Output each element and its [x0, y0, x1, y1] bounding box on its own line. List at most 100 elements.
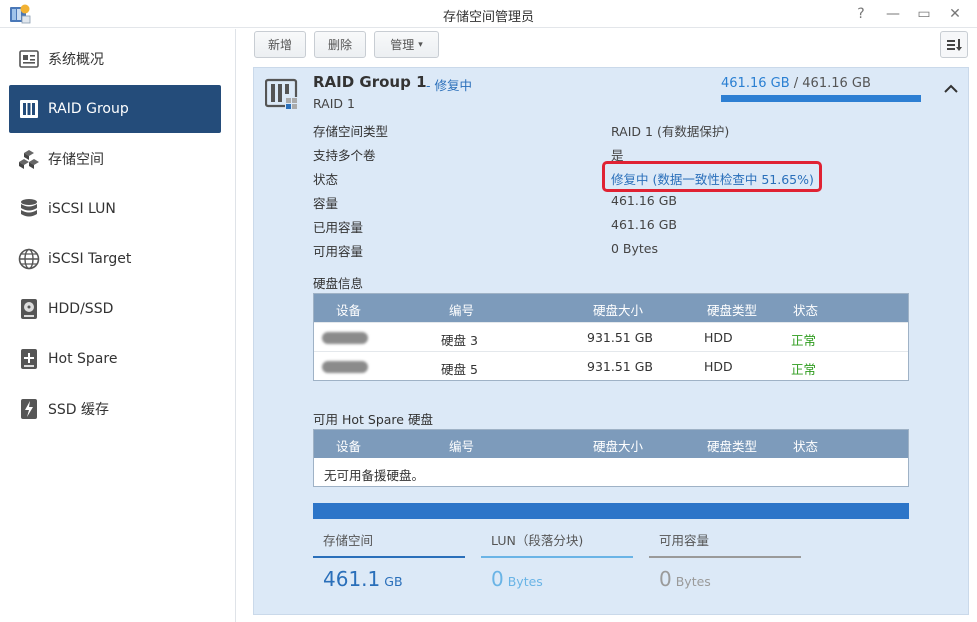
- sidebar-item-label: HDD/SSD: [48, 301, 114, 317]
- raid-group-panel: RAID Group 1 - 修复中 RAID 1 461.16 GB / 46…: [253, 67, 969, 615]
- prop-value-available-capacity: 0 Bytes: [611, 241, 659, 256]
- prop-value-used-capacity: 461.16 GB: [611, 217, 677, 232]
- stat-number: 0: [491, 567, 504, 591]
- sidebar-item-iscsi-target[interactable]: iSCSI Target: [9, 235, 221, 283]
- raid-group-title: RAID Group 1: [313, 73, 427, 91]
- stat-unit: GB: [384, 574, 403, 589]
- close-icon[interactable]: ✕: [944, 4, 966, 24]
- sidebar-item-iscsi-lun[interactable]: iSCSI LUN: [9, 185, 221, 233]
- delete-button[interactable]: 删除: [314, 31, 366, 58]
- sidebar-item-label: 存储空间: [48, 152, 104, 168]
- disk-number: 硬盘 5: [441, 362, 478, 377]
- table-row[interactable]: 硬盘 3 931.51 GB HDD 正常: [314, 322, 908, 351]
- disk-size: 931.51 GB: [587, 330, 653, 345]
- prop-label-available-capacity: 可用容量: [313, 244, 364, 259]
- create-button[interactable]: 新增: [254, 31, 306, 58]
- stat-unit: Bytes: [507, 574, 543, 589]
- prop-label-capacity: 容量: [313, 196, 339, 211]
- table-header: 设备 编号 硬盘大小 硬盘类型 状态: [314, 294, 908, 322]
- chevron-down-icon: ▾: [418, 39, 423, 50]
- raid-group-icon: [265, 78, 298, 111]
- capacity-summary: 461.16 GB / 461.16 GB: [721, 76, 871, 91]
- column-header[interactable]: 编号: [449, 436, 474, 455]
- stat-value: 0 Bytes: [491, 567, 543, 591]
- sort-button[interactable]: [940, 31, 968, 58]
- globe-icon: [18, 248, 40, 270]
- column-header[interactable]: 硬盘大小: [593, 300, 643, 319]
- raid-group-icon: [18, 98, 40, 120]
- empty-message-row: 无可用备援硬盘。: [314, 458, 908, 486]
- disk-number: 硬盘 3: [441, 333, 478, 348]
- disk-info-title: 硬盘信息: [313, 276, 364, 291]
- sidebar-item-label: 系统概况: [48, 52, 104, 68]
- storage-cubes-icon: [18, 148, 40, 170]
- stat-underline: [481, 556, 633, 558]
- disk-type: HDD: [704, 330, 733, 345]
- column-header[interactable]: 设备: [336, 436, 361, 455]
- stat-label: 存储空间: [323, 533, 374, 548]
- status-highlight-box: [602, 161, 822, 192]
- prop-label-used-capacity: 已用容量: [313, 220, 364, 235]
- hot-spare-icon: [18, 348, 40, 370]
- column-header[interactable]: 状态: [793, 300, 818, 319]
- column-header[interactable]: 状态: [793, 436, 818, 455]
- prop-label-storage-type: 存储空间类型: [313, 124, 389, 139]
- capacity-used: 461.16 GB: [721, 76, 790, 91]
- empty-message: 无可用备援硬盘。: [324, 468, 425, 483]
- prop-label-multi-volume: 支持多个卷: [313, 148, 376, 163]
- sidebar-item-hot-spare[interactable]: Hot Spare: [9, 335, 221, 383]
- column-header[interactable]: 硬盘类型: [707, 300, 757, 319]
- raid-type: RAID 1: [313, 96, 355, 111]
- stat-unit: Bytes: [675, 574, 711, 589]
- column-header[interactable]: 硬盘大小: [593, 436, 643, 455]
- stat-value: 0 Bytes: [659, 567, 711, 591]
- sidebar-item-label: SSD 缓存: [48, 402, 110, 418]
- capacity-separator: /: [789, 76, 803, 91]
- maximize-icon[interactable]: ▭: [913, 4, 935, 24]
- redacted-device: [322, 332, 368, 344]
- collapse-chevron-up-icon[interactable]: [942, 80, 960, 98]
- disk-type: HDD: [704, 359, 733, 374]
- capacity-total: 461.16 GB: [802, 76, 871, 91]
- table-header: 设备 编号 硬盘大小 硬盘类型 状态: [314, 430, 908, 458]
- sidebar-item-raid-group[interactable]: RAID Group: [9, 85, 221, 133]
- hot-spare-table: 设备 编号 硬盘大小 硬盘类型 状态 无可用备援硬盘。: [313, 429, 909, 487]
- redacted-device: [322, 361, 368, 373]
- manage-dropdown-button[interactable]: 管理 ▾: [374, 31, 439, 58]
- disk-status: 正常: [791, 333, 817, 348]
- raid-status-inline: - 修复中: [426, 78, 472, 93]
- prop-label-status: 状态: [313, 172, 339, 187]
- ssd-cache-icon: [18, 398, 40, 420]
- stat-number: 461.1: [323, 567, 381, 591]
- manage-label: 管理: [390, 38, 415, 52]
- sidebar-item-overview[interactable]: 系统概况: [9, 35, 221, 83]
- sidebar: 系统概况 RAID Group 存储空间 iSCSI LUN iSCSI Tar…: [0, 29, 236, 622]
- prop-value-storage-type: RAID 1 (有数据保护): [611, 124, 730, 139]
- column-header[interactable]: 编号: [449, 300, 474, 319]
- stat-label: LUN（段落分块): [491, 533, 584, 548]
- disk-status: 正常: [791, 362, 817, 377]
- sidebar-item-label: iSCSI LUN: [48, 201, 116, 217]
- hdd-icon: [18, 298, 40, 320]
- hot-spare-title: 可用 Hot Spare 硬盘: [313, 412, 433, 427]
- stat-value: 461.1 GB: [323, 567, 403, 591]
- sidebar-item-ssd-cache[interactable]: SSD 缓存: [9, 385, 221, 433]
- database-icon: [18, 198, 40, 220]
- table-row[interactable]: 硬盘 5 931.51 GB HDD 正常: [314, 351, 908, 380]
- stat-label: 可用容量: [659, 533, 710, 548]
- sidebar-item-label: RAID Group: [48, 101, 129, 117]
- sidebar-item-hdd-ssd[interactable]: HDD/SSD: [9, 285, 221, 333]
- sidebar-item-storage[interactable]: 存储空间: [9, 135, 221, 183]
- help-icon[interactable]: ?: [850, 4, 872, 24]
- sidebar-item-label: iSCSI Target: [48, 251, 132, 267]
- overview-icon: [18, 48, 40, 70]
- minimize-icon[interactable]: —: [882, 4, 904, 24]
- disk-info-table: 设备 编号 硬盘大小 硬盘类型 状态 硬盘 3 931.51 GB HDD 正常…: [313, 293, 909, 381]
- prop-value-capacity: 461.16 GB: [611, 193, 677, 208]
- sidebar-item-label: Hot Spare: [48, 351, 118, 367]
- stat-underline: [313, 556, 465, 558]
- capacity-bar: [721, 95, 921, 102]
- column-header[interactable]: 设备: [336, 300, 361, 319]
- column-header[interactable]: 硬盘类型: [707, 436, 757, 455]
- title-bar: 存储空间管理员 ? — ▭ ✕: [0, 0, 977, 28]
